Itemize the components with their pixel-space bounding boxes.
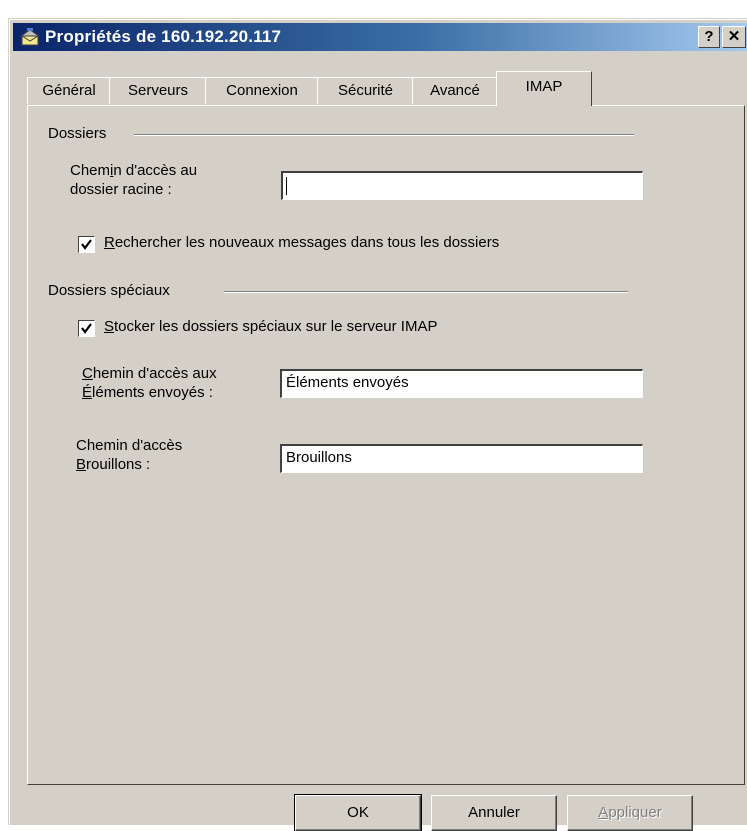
button-label: Annuler — [468, 804, 520, 821]
button-label: ppliquer — [608, 804, 662, 821]
tab-label: IMAP — [525, 78, 563, 95]
store-special-folders-checkbox[interactable] — [78, 320, 95, 337]
tab-label: Général — [42, 82, 96, 99]
imap-tab-panel: Dossiers Chemin d'accès au dossier racin… — [27, 105, 745, 785]
apply-button[interactable]: Appliquer — [567, 795, 693, 831]
root-path-label: Chemin d'accès au dossier racine : — [70, 161, 197, 199]
tab-advanced[interactable]: Avancé — [412, 77, 498, 104]
check-all-folders-label[interactable]: Rechercher les nouveaux messages dans to… — [104, 234, 499, 251]
tab-label: Avancé — [430, 82, 480, 99]
drafts-path-value: Brouillons — [286, 449, 352, 466]
label-text: hemin d'accès aux — [92, 365, 217, 382]
drafts-path-label: Chemin d'accès Brouillons : — [76, 436, 182, 474]
checkmark-icon — [81, 239, 92, 250]
sent-items-path-input[interactable]: Éléments envoyés — [280, 369, 643, 398]
check-all-folders-checkbox[interactable] — [78, 236, 95, 253]
mnemonic: B — [76, 456, 87, 473]
help-icon: ? — [704, 28, 714, 45]
help-button[interactable]: ? — [698, 26, 720, 48]
close-icon: ✕ — [727, 28, 741, 45]
mnemonic: R — [104, 234, 115, 251]
drafts-path-input[interactable]: Brouillons — [280, 444, 643, 473]
label-text: dossier racine : — [70, 181, 172, 198]
folders-group-divider — [134, 134, 634, 136]
special-folders-group-label: Dossiers spéciaux — [48, 282, 170, 299]
sent-items-path-value: Éléments envoyés — [286, 374, 409, 391]
folders-group-label: Dossiers — [48, 125, 107, 142]
mail-account-icon — [19, 28, 41, 46]
close-button[interactable]: ✕ — [722, 26, 746, 48]
label-text: tocker les dossiers spéciaux sur le serv… — [114, 318, 438, 335]
title-bar[interactable]: Propriétés de 160.192.20.117 ? ✕ — [13, 23, 747, 51]
tab-servers[interactable]: Serveurs — [109, 77, 207, 104]
tab-imap[interactable]: IMAP — [496, 71, 592, 106]
store-special-folders-label[interactable]: Stocker les dossiers spéciaux sur le ser… — [104, 318, 437, 335]
mnemonic: É — [82, 384, 93, 401]
ok-button[interactable]: OK — [294, 794, 422, 831]
mnemonic: S — [104, 318, 115, 335]
label-text: Chemin d'accès — [76, 437, 183, 454]
label-text: léments envoyés : — [92, 384, 213, 401]
tab-general[interactable]: Général — [27, 77, 111, 104]
special-folders-group-divider — [224, 291, 628, 293]
root-path-input[interactable] — [281, 171, 643, 200]
tab-connection[interactable]: Connexion — [205, 77, 319, 104]
button-label: OK — [347, 804, 369, 821]
cancel-button[interactable]: Annuler — [431, 795, 557, 831]
tab-label: Serveurs — [127, 82, 189, 99]
label-text: Chem — [70, 162, 111, 179]
tab-label: Sécurité — [337, 82, 394, 99]
tab-security[interactable]: Sécurité — [317, 77, 414, 104]
mnemonic: A — [598, 804, 609, 821]
checkmark-icon — [81, 323, 92, 334]
label-text: n d'accès au — [113, 162, 198, 179]
label-text: echercher les nouveaux messages dans tou… — [114, 234, 500, 251]
mnemonic: C — [82, 365, 93, 382]
label-text: rouillons : — [86, 456, 151, 473]
text-caret — [286, 177, 287, 195]
window-title: Propriétés de 160.192.20.117 — [45, 27, 282, 46]
tab-label: Connexion — [226, 82, 298, 99]
properties-dialog: Propriétés de 160.192.20.117 ? ✕ Général… — [8, 18, 747, 831]
sent-items-path-label: Chemin d'accès aux Éléments envoyés : — [82, 364, 217, 402]
